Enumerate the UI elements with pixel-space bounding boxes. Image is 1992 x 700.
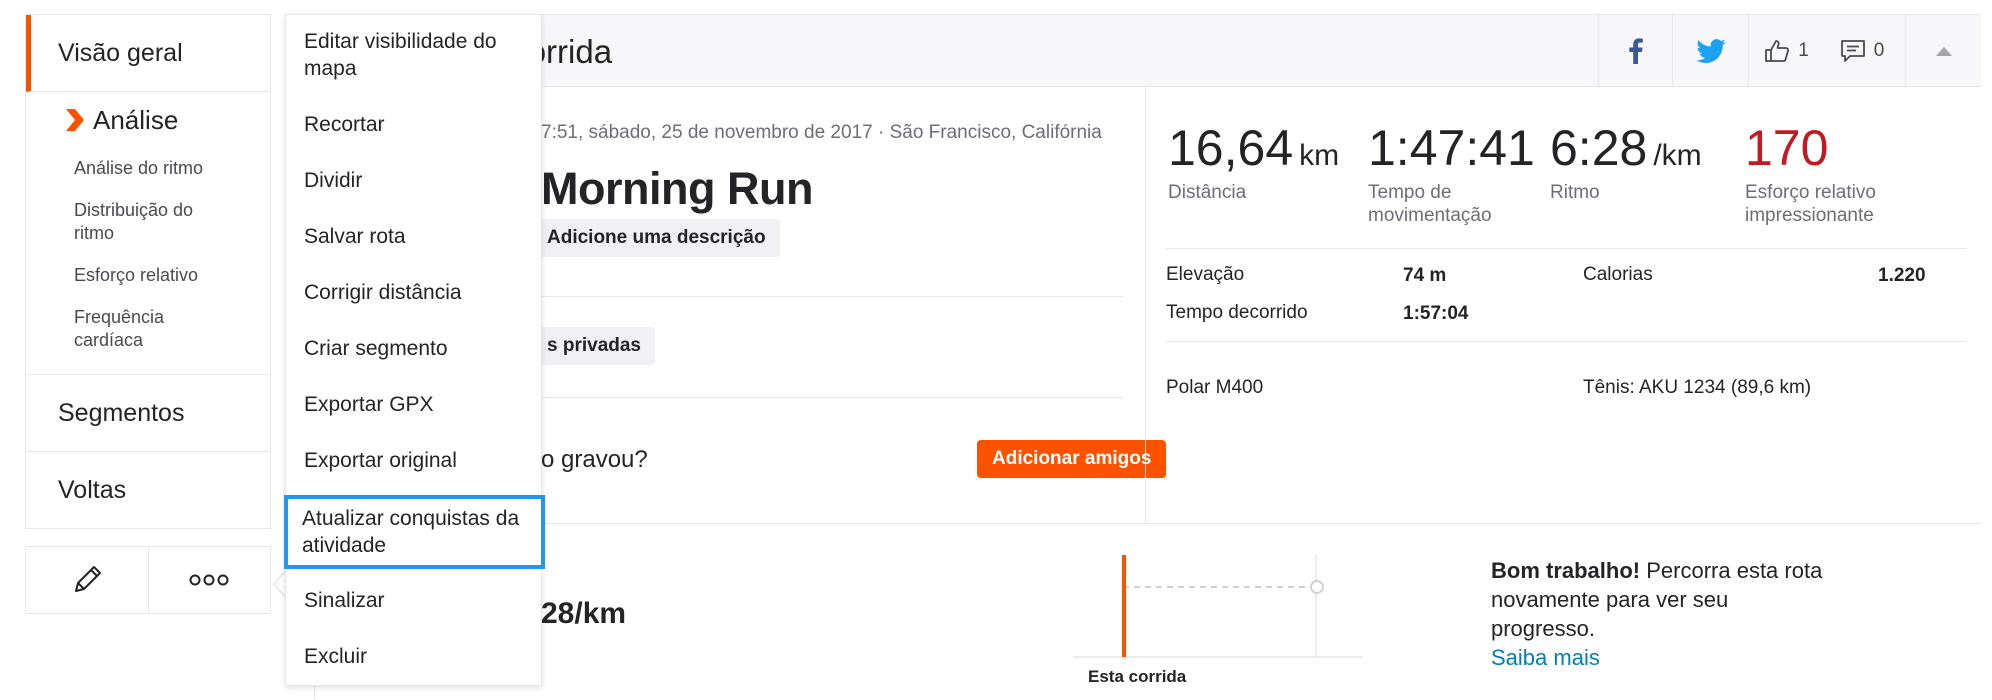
stat-moving-time-label: Tempo de movimentação [1368,182,1492,226]
twitter-icon [1695,39,1726,63]
sidebar-nav: Visão geral Análise Análise do ritmo Dis… [25,14,271,529]
kudos-button[interactable]: 1 [1748,15,1824,87]
activity-stats: 16,64 km Distância 1:47:41 Tempo de movim… [1145,87,1981,523]
sidebar-item-laps-label: Voltas [58,475,127,504]
private-notes-button[interactable]: s privadas [537,327,655,365]
collapse-header-button[interactable] [1905,15,1981,87]
stat-moving-time-value: 1:47:41 [1368,120,1535,176]
comparison-pace-value: 28/km [541,597,627,630]
divider [1166,248,1966,249]
more-dots-icon [189,574,229,586]
stat-pace-unit: /km [1653,139,1702,172]
calories-label: Calorias [1583,264,1653,285]
stat-pace: 6:28/km Ritmo [1550,123,1702,204]
stat-relative-effort-label: Esforço relativo impressionante [1745,182,1876,226]
share-twitter-button[interactable] [1672,15,1748,87]
menu-item-delete[interactable]: Excluir [286,643,543,670]
chart-caption: Esta corrida [1088,667,1187,686]
stat-distance-value: 16,64 [1168,120,1294,176]
menu-item-split[interactable]: Dividir [286,167,543,194]
stat-relative-effort[interactable]: 170 Esforço relativo impressionante [1745,123,1965,227]
sidebar-item-segments[interactable]: Segmentos [26,375,270,452]
good-job-message: Bom trabalho! Percorra esta rota novamen… [1491,556,1831,672]
comments-button[interactable]: 0 [1824,15,1900,87]
kudos-count: 1 [1798,40,1809,61]
share-facebook-button[interactable] [1598,15,1672,87]
menu-item-correct-distance[interactable]: Corrigir distância [286,279,543,306]
stat-pace-value: 6:28 [1550,120,1648,176]
calories-value: 1.220 [1878,265,1926,286]
menu-item-refresh-achievements[interactable]: Atualizar conquistas da atividade [284,495,545,569]
sidebar-item-overview[interactable]: Visão geral [26,15,270,92]
elapsed-time-label: Tempo decorrido [1166,302,1308,323]
elevation-value: 74 m [1403,265,1447,286]
good-job-title: Bom trabalho! [1491,558,1641,583]
divider [541,397,1123,398]
more-actions-menu: Editar visibilidade do mapa Recortar Div… [284,14,545,686]
menu-item-crop[interactable]: Recortar [286,111,543,138]
who-recorded-prompt: o gravou? [541,446,648,473]
sidebar-analysis-group: Análise Análise do ritmo Distribuição do… [26,92,270,375]
divider [1166,341,1966,342]
thumbs-up-icon [1765,40,1790,62]
sidebar-subitem-pace-analysis[interactable]: Análise do ritmo [26,157,270,180]
activity-main: zie – Corrida 1 0 [314,14,1981,700]
facebook-icon [1628,38,1643,64]
stat-distance: 16,64 km Distância [1168,123,1339,204]
more-actions-button[interactable] [147,547,271,613]
sidebar-subitem-pace-distribution[interactable]: Distribuição do ritmo [26,199,226,245]
activity-header: zie – Corrida 1 0 [315,15,1981,87]
elevation-label: Elevação [1166,264,1245,285]
menu-item-export-gpx[interactable]: Exportar GPX [286,391,543,418]
add-description-button[interactable]: Adicione uma descrição [537,219,780,257]
edit-button[interactable] [26,547,148,613]
comments-count: 0 [1873,40,1885,61]
elapsed-time-value: 1:57:04 [1403,303,1469,324]
sidebar-item-segments-label: Segmentos [58,398,185,427]
shoes-info: Tênis: AKU 1234 (89,6 km) [1583,377,1812,398]
stat-distance-unit: km [1299,139,1340,172]
sidebar-subitem-heart-rate[interactable]: Frequência cardíaca [26,306,226,352]
sidebar-item-overview-label: Visão geral [58,38,183,67]
sidebar: Visão geral Análise Análise do ritmo Dis… [25,14,271,614]
divider [541,523,1981,524]
strava-chevron-icon [66,109,84,131]
chart-future-point [1310,580,1324,594]
sidebar-tools [25,546,271,614]
sidebar-subitem-relative-effort[interactable]: Esforço relativo [26,264,270,287]
activity-name: Morning Run [541,163,813,214]
learn-more-link[interactable]: Saiba mais [1491,643,1831,672]
stat-distance-label: Distância [1168,182,1247,203]
menu-item-save-route[interactable]: Salvar rota [286,223,543,250]
menu-item-export-original[interactable]: Exportar original [286,447,543,474]
stat-pace-label: Ritmo [1550,182,1600,203]
add-friends-button[interactable]: Adicionar amigos [977,440,1167,478]
pencil-icon [74,566,101,592]
menu-item-flag[interactable]: Sinalizar [286,587,543,614]
menu-item-edit-map-visibility[interactable]: Editar visibilidade do mapa [286,28,543,82]
sidebar-item-analysis[interactable]: Análise [26,92,270,148]
stat-moving-time: 1:47:41 Tempo de movimentação [1368,120,1535,227]
activity-date-location: 7:51, sábado, 25 de novembro de 2017 · S… [541,122,1102,143]
comment-icon [1840,40,1865,62]
menu-item-create-segment[interactable]: Criar segmento [286,335,543,362]
divider [541,296,1123,297]
device-name: Polar M400 [1166,377,1264,398]
stat-relative-effort-value: 170 [1745,120,1829,176]
route-comparison-chart [1073,555,1363,658]
caret-up-icon [1935,47,1952,56]
sidebar-item-analysis-label: Análise [93,104,179,135]
sidebar-item-laps[interactable]: Voltas [26,452,270,529]
